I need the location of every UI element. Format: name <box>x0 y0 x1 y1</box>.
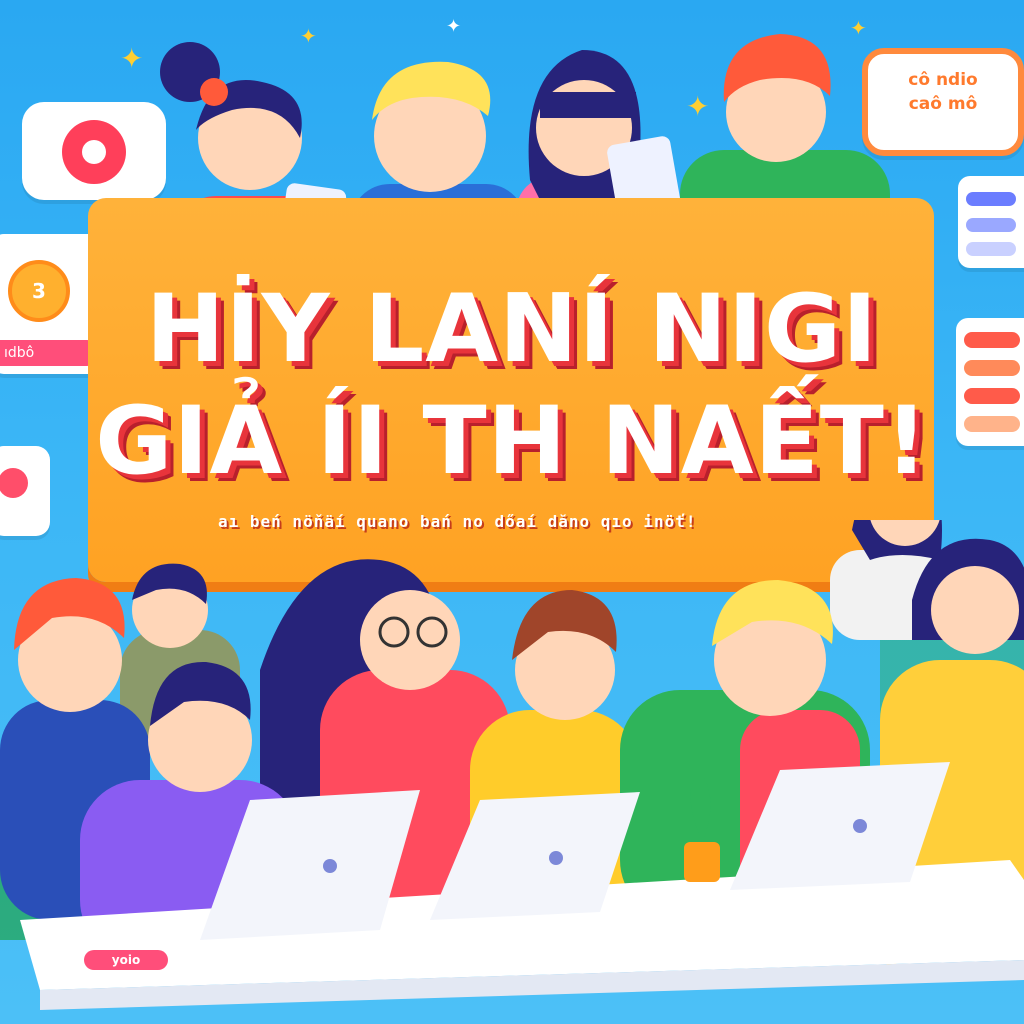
record-icon <box>62 120 126 184</box>
card-bar <box>966 192 1016 206</box>
speech-bubble-top-left <box>22 102 166 200</box>
card-bar <box>966 242 1016 256</box>
card-bar <box>966 218 1016 232</box>
speech-bubble-top-right: cô ndio caô mô <box>862 48 1024 156</box>
desk-label: yoio <box>84 950 168 970</box>
headline-line-1: HİY LAΝÍ NIGI <box>145 275 879 384</box>
bottom-characters-illustration <box>0 520 1024 1010</box>
bubble-line-2: caô mô <box>908 94 978 114</box>
headline-line-2: GIẢ ÍI TH NAẾT! <box>95 387 929 496</box>
side-card-right <box>958 176 1024 268</box>
bubble-line-1: cô ndio <box>908 70 978 90</box>
